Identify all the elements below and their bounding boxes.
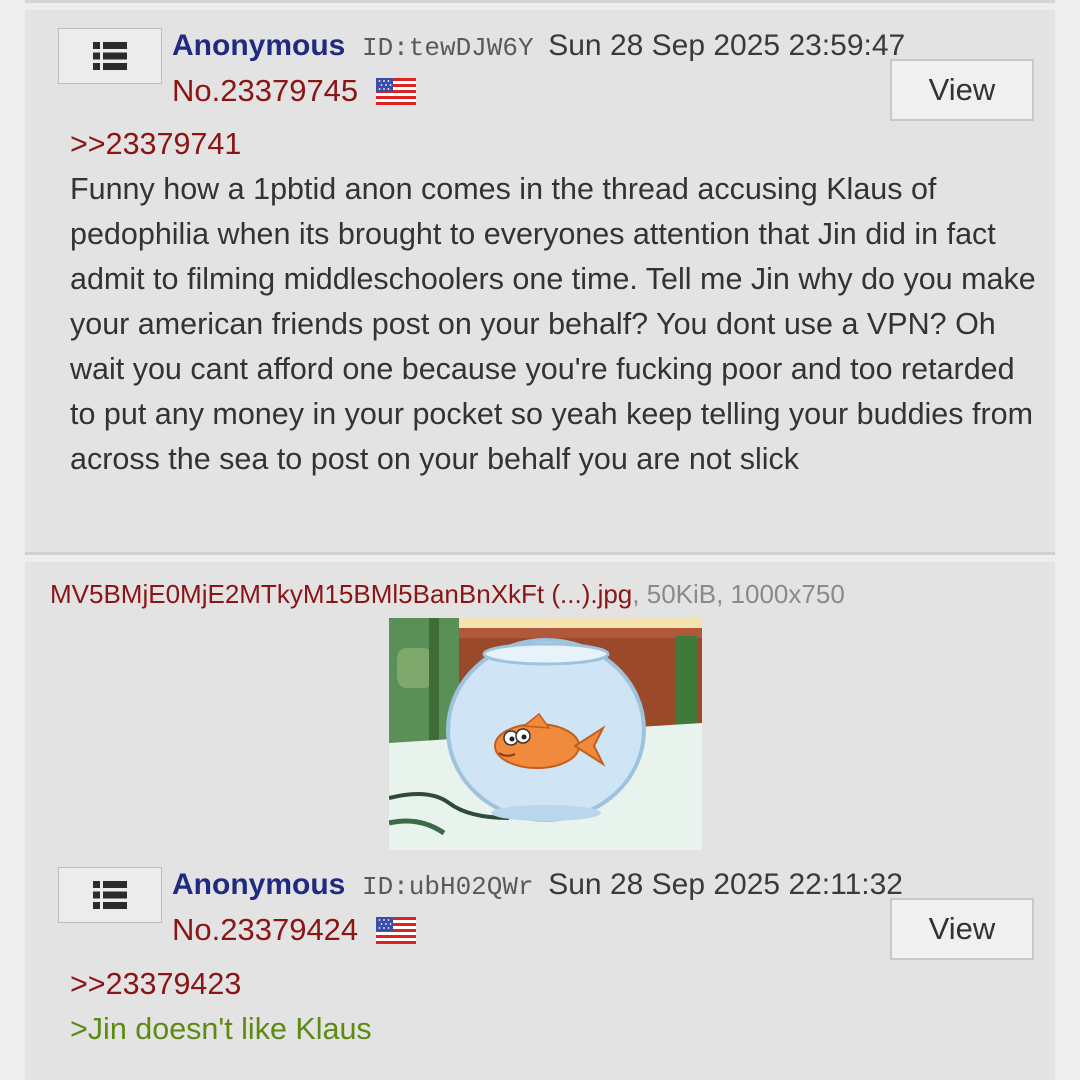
poster-id[interactable]: ID:ubH02QWr [362,872,534,902]
post-body: >>23379741 Funny how a 1pbtid anon comes… [70,122,1045,482]
post-number-link[interactable]: No.23379424 [172,910,358,950]
poster-name: Anonymous [172,29,346,62]
list-menu-icon [93,42,127,70]
post-number-link[interactable]: No.23379745 [172,71,358,111]
thread-page: Anonymous ID:tewDJW6Y Sun 28 Sep 2025 23… [0,0,1080,1080]
goldfish-bowl-thumbnail[interactable] [389,618,702,850]
greentext-line: >Jin doesn't like Klaus [70,1012,372,1046]
post-message: Funny how a 1pbtid anon comes in the thr… [70,172,1036,476]
post-header: Anonymous ID:tewDJW6Y Sun 28 Sep 2025 23… [172,25,905,65]
file-info: MV5BMjE0MjE2MTkyM15BMl5BanBnXkFt (...).j… [50,576,845,612]
file-meta: , 50KiB, 1000x750 [632,579,845,609]
post-menu-button[interactable] [58,867,162,923]
post-date: Sun 28 Sep 2025 23:59:47 [548,29,906,62]
us-flag-icon [376,77,417,105]
poster-name: Anonymous [172,868,346,901]
post-23379424: MV5BMjE0MjE2MTkyM15BMl5BanBnXkFt (...).j… [25,562,1055,1080]
quote-link[interactable]: >>23379741 [70,122,1045,167]
top-divider [25,0,1055,3]
post-menu-button[interactable] [58,28,162,84]
post-number-row: No.23379424 [172,910,417,950]
list-menu-icon [93,881,127,909]
us-flag-icon [376,916,417,944]
view-button[interactable]: View [890,898,1034,960]
poster-id[interactable]: ID:tewDJW6Y [362,33,534,63]
post-header: Anonymous ID:ubH02QWr Sun 28 Sep 2025 22… [172,864,903,904]
post-number-row: No.23379745 [172,71,417,111]
post-date: Sun 28 Sep 2025 22:11:32 [548,868,903,901]
post-body: >>23379423 >Jin doesn't like Klaus [70,962,1045,1052]
view-button[interactable]: View [890,59,1034,121]
post-23379745: Anonymous ID:tewDJW6Y Sun 28 Sep 2025 23… [25,10,1055,555]
quote-link[interactable]: >>23379423 [70,962,1045,1007]
file-name-link[interactable]: MV5BMjE0MjE2MTkyM15BMl5BanBnXkFt (...).j… [50,579,632,609]
